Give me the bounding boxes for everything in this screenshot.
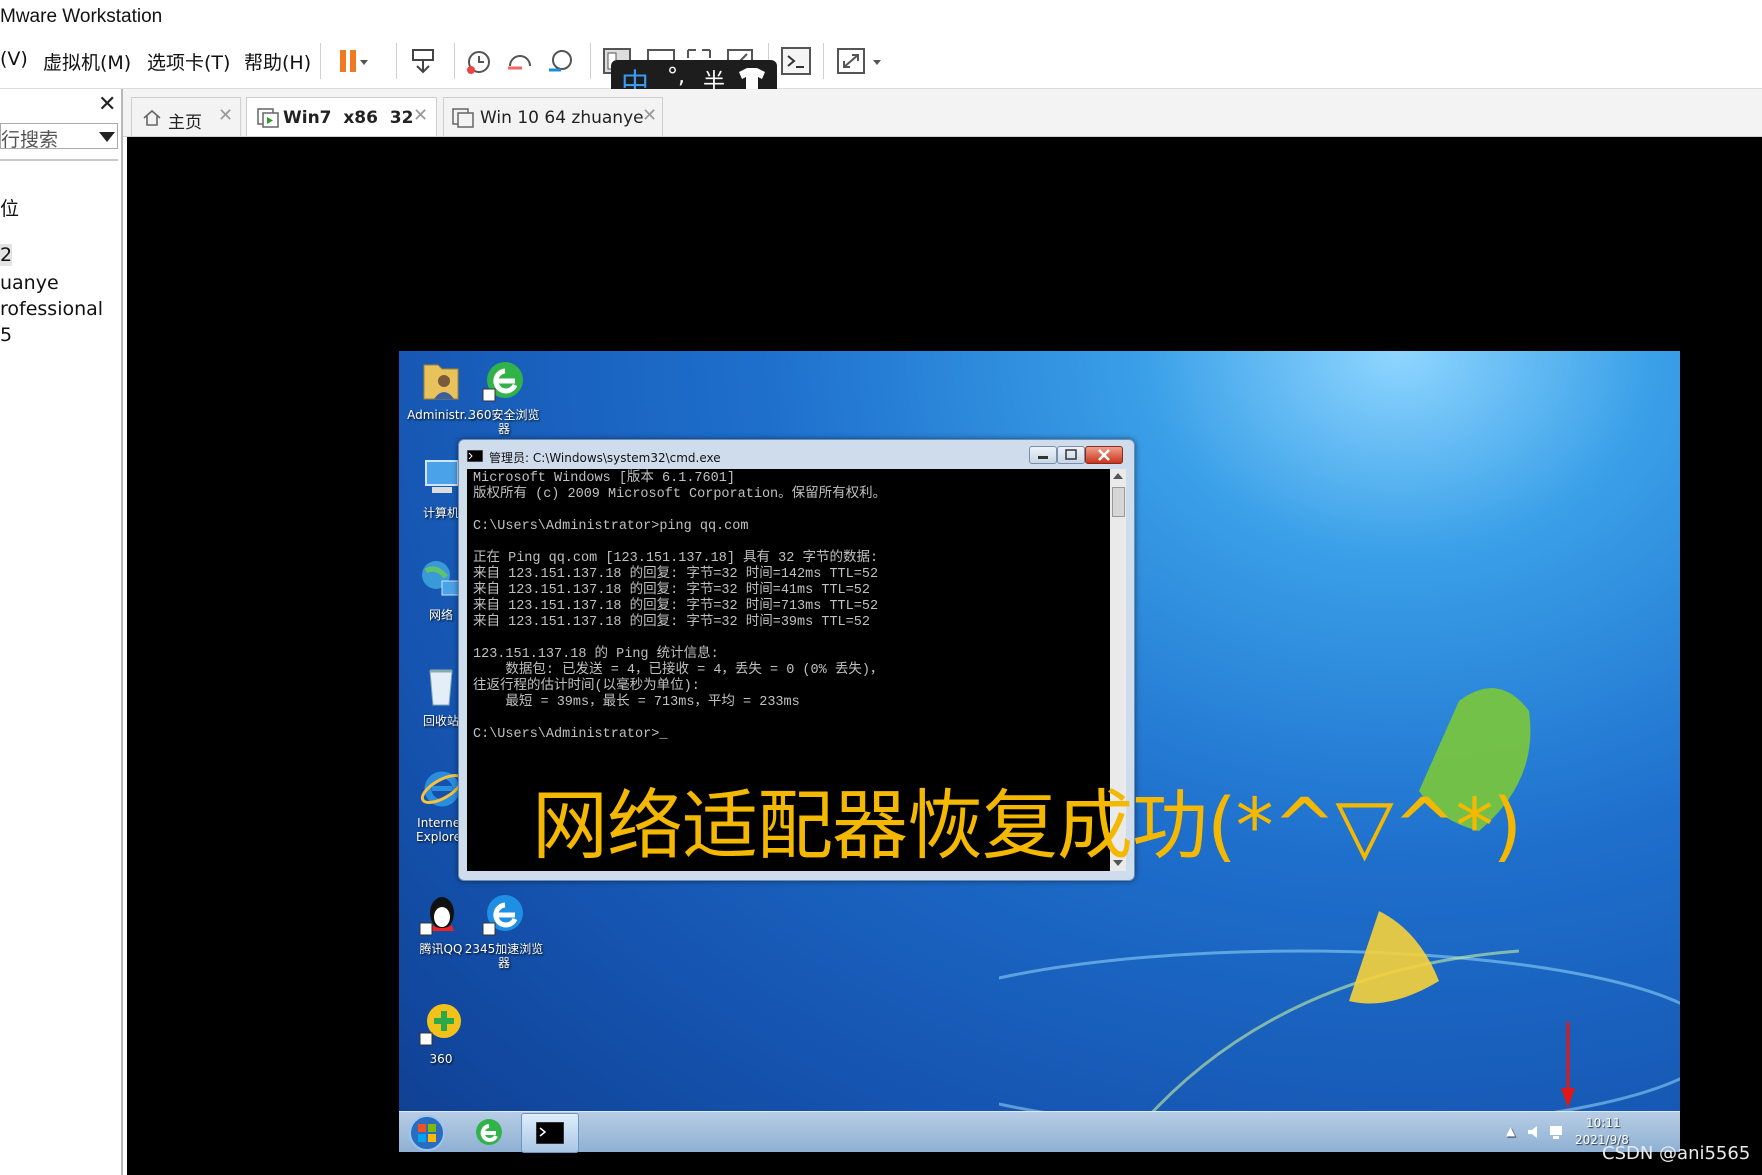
console-line: 来自 123.151.137.18 的回复: 字节=32 时间=713ms TT… xyxy=(473,599,879,614)
toolbar-divider xyxy=(823,43,824,79)
360-browser-icon xyxy=(482,362,523,402)
close-icon xyxy=(1098,449,1110,461)
vm-running-icon xyxy=(257,108,279,128)
show-hidden-icons-icon[interactable]: ▲ xyxy=(1506,1124,1515,1138)
toolbar-divider xyxy=(396,43,397,79)
menu-toolbar: (V) 虚拟机(M) 选项卡(T) 帮助(H) xyxy=(0,34,1762,89)
menu-view[interactable]: (V) xyxy=(0,48,28,70)
pause-icon[interactable] xyxy=(334,44,368,78)
console-line: 最短 = 39ms，最长 = 713ms，平均 = 233ms xyxy=(473,695,800,710)
library-sidebar: ✕ 行搜索 位 2 uanye rofessional 5 xyxy=(0,89,123,1175)
360-browser-taskbar-icon[interactable] xyxy=(473,1116,505,1148)
close-icon[interactable]: ✕ xyxy=(98,91,116,117)
ime-punct[interactable]: °, xyxy=(667,64,685,89)
maximize-button[interactable] xyxy=(1057,446,1085,464)
icon-label: 360安全浏览器 xyxy=(468,408,540,436)
desktop-icon-2345-browser[interactable]: 2345加速浏览器 xyxy=(464,891,544,970)
360-safe-icon xyxy=(419,1004,461,1046)
tab-label: 主页 xyxy=(168,113,202,133)
watermark: CSDN @ani5565 xyxy=(1602,1143,1751,1164)
menu-help[interactable]: 帮助(H) xyxy=(244,48,311,75)
tab-label: Win 10 64 zhuanye xyxy=(480,108,644,128)
tab-home[interactable]: 主页 ✕ xyxy=(131,97,241,136)
scroll-thumb[interactable] xyxy=(1112,487,1125,517)
red-arrow-annotation xyxy=(1561,1022,1575,1108)
menu-vm[interactable]: 虚拟机(M) xyxy=(43,48,131,75)
window-title-bar: Mware Workstation xyxy=(0,0,1762,35)
chevron-down-icon[interactable] xyxy=(99,132,115,142)
vm-tab-bar: 主页 ✕ Win7 x86 32 ✕ Win 10 64 zhuanye ✕ xyxy=(123,89,1762,137)
qq-penguin-icon xyxy=(419,897,454,936)
sidebar-item-win7[interactable]: 2 xyxy=(0,244,13,266)
guest-taskbar: ▲ 10:11 2021/9/8 xyxy=(399,1111,1680,1153)
console-line: 数据包: 已发送 = 4，已接收 = 4，丢失 = 0 (0% 丢失)， xyxy=(473,663,884,678)
console-line: 正在 Ping qq.com [123.151.137.18] 具有 32 字节… xyxy=(473,551,879,566)
snapshot-icon[interactable] xyxy=(462,44,496,78)
sidebar-item-my-computer[interactable]: 位 xyxy=(0,194,19,221)
console-line: 往返行程的估计时间(以毫秒为单位): xyxy=(473,679,700,694)
sidebar-item-professional[interactable]: rofessional xyxy=(0,298,103,320)
console-line: Microsoft Windows [版本 6.1.7601] xyxy=(473,471,735,486)
tab-win10[interactable]: Win 10 64 zhuanye ✕ xyxy=(443,97,663,136)
icon-label: 2345加速浏览器 xyxy=(464,942,544,970)
desktop-icon-360-browser[interactable]: 360安全浏览器 xyxy=(464,357,544,436)
app-title: Mware Workstation xyxy=(0,6,163,27)
sidebar-divider xyxy=(0,159,118,161)
tab-label: Win7 x86 32 xyxy=(283,108,414,128)
fullscreen-icon[interactable] xyxy=(835,44,881,78)
desktop-icon-360[interactable]: 360 xyxy=(401,1001,481,1066)
terminal-icon[interactable] xyxy=(779,44,813,78)
console-line: 来自 123.151.137.18 的回复: 字节=32 时间=39ms TTL… xyxy=(473,615,870,630)
console-line: 版权所有 (c) 2009 Microsoft Corporation。保留所有… xyxy=(473,487,887,502)
close-button[interactable] xyxy=(1085,446,1123,464)
close-icon[interactable]: ✕ xyxy=(642,105,657,126)
clock-time[interactable]: 10:11 xyxy=(1586,1116,1621,1130)
vm-icon xyxy=(452,108,474,128)
library-search-box[interactable]: 行搜索 xyxy=(0,123,118,151)
toolbar-divider xyxy=(590,43,591,79)
home-icon xyxy=(143,109,161,126)
console-line: C:\Users\Administrator>_ xyxy=(473,727,668,742)
revert-snapshot-icon[interactable] xyxy=(503,44,537,78)
sidebar-item-5[interactable]: 5 xyxy=(0,324,12,346)
user-folder-icon xyxy=(423,364,459,400)
2345-browser-icon xyxy=(482,895,523,936)
cmd-icon xyxy=(467,450,483,462)
send-ctrl-alt-del-icon[interactable] xyxy=(407,44,441,78)
toolbar-divider xyxy=(454,43,455,79)
scroll-up-icon[interactable] xyxy=(1113,472,1123,480)
search-placeholder: 行搜索 xyxy=(1,129,59,151)
toolbar-divider xyxy=(320,43,321,79)
console-line: C:\Users\Administrator>ping qq.com xyxy=(473,519,749,534)
start-button-icon[interactable] xyxy=(407,1113,447,1153)
sidebar-item-win10[interactable]: uanye xyxy=(0,272,59,294)
console-line: 来自 123.151.137.18 的回复: 字节=32 时间=142ms TT… xyxy=(473,567,879,582)
close-icon[interactable]: ✕ xyxy=(413,105,428,126)
overlay-caption: 网络适配器恢复成功(*^▽^*) xyxy=(532,781,1522,870)
maximize-icon xyxy=(1065,449,1077,460)
console-line: 123.151.137.18 的 Ping 统计信息: xyxy=(473,647,719,662)
menu-tabs[interactable]: 选项卡(T) xyxy=(147,48,230,75)
network-tray-icon[interactable] xyxy=(1548,1124,1564,1140)
console-line: 来自 123.151.137.18 的回复: 字节=32 时间=41ms TTL… xyxy=(473,583,870,598)
cmd-window-title: 管理员: C:\Windows\system32\cmd.exe xyxy=(489,451,721,465)
minimize-button[interactable] xyxy=(1029,446,1057,464)
minimize-icon xyxy=(1038,456,1048,459)
close-icon[interactable]: ✕ xyxy=(218,105,233,126)
taskbar-cmd-button[interactable] xyxy=(521,1113,579,1153)
snapshot-manager-icon[interactable] xyxy=(544,44,578,78)
volume-icon[interactable] xyxy=(1526,1124,1542,1140)
icon-label: 360 xyxy=(429,1052,453,1066)
cmd-icon xyxy=(536,1122,564,1144)
tab-win7[interactable]: Win7 x86 32 ✕ xyxy=(246,97,437,136)
